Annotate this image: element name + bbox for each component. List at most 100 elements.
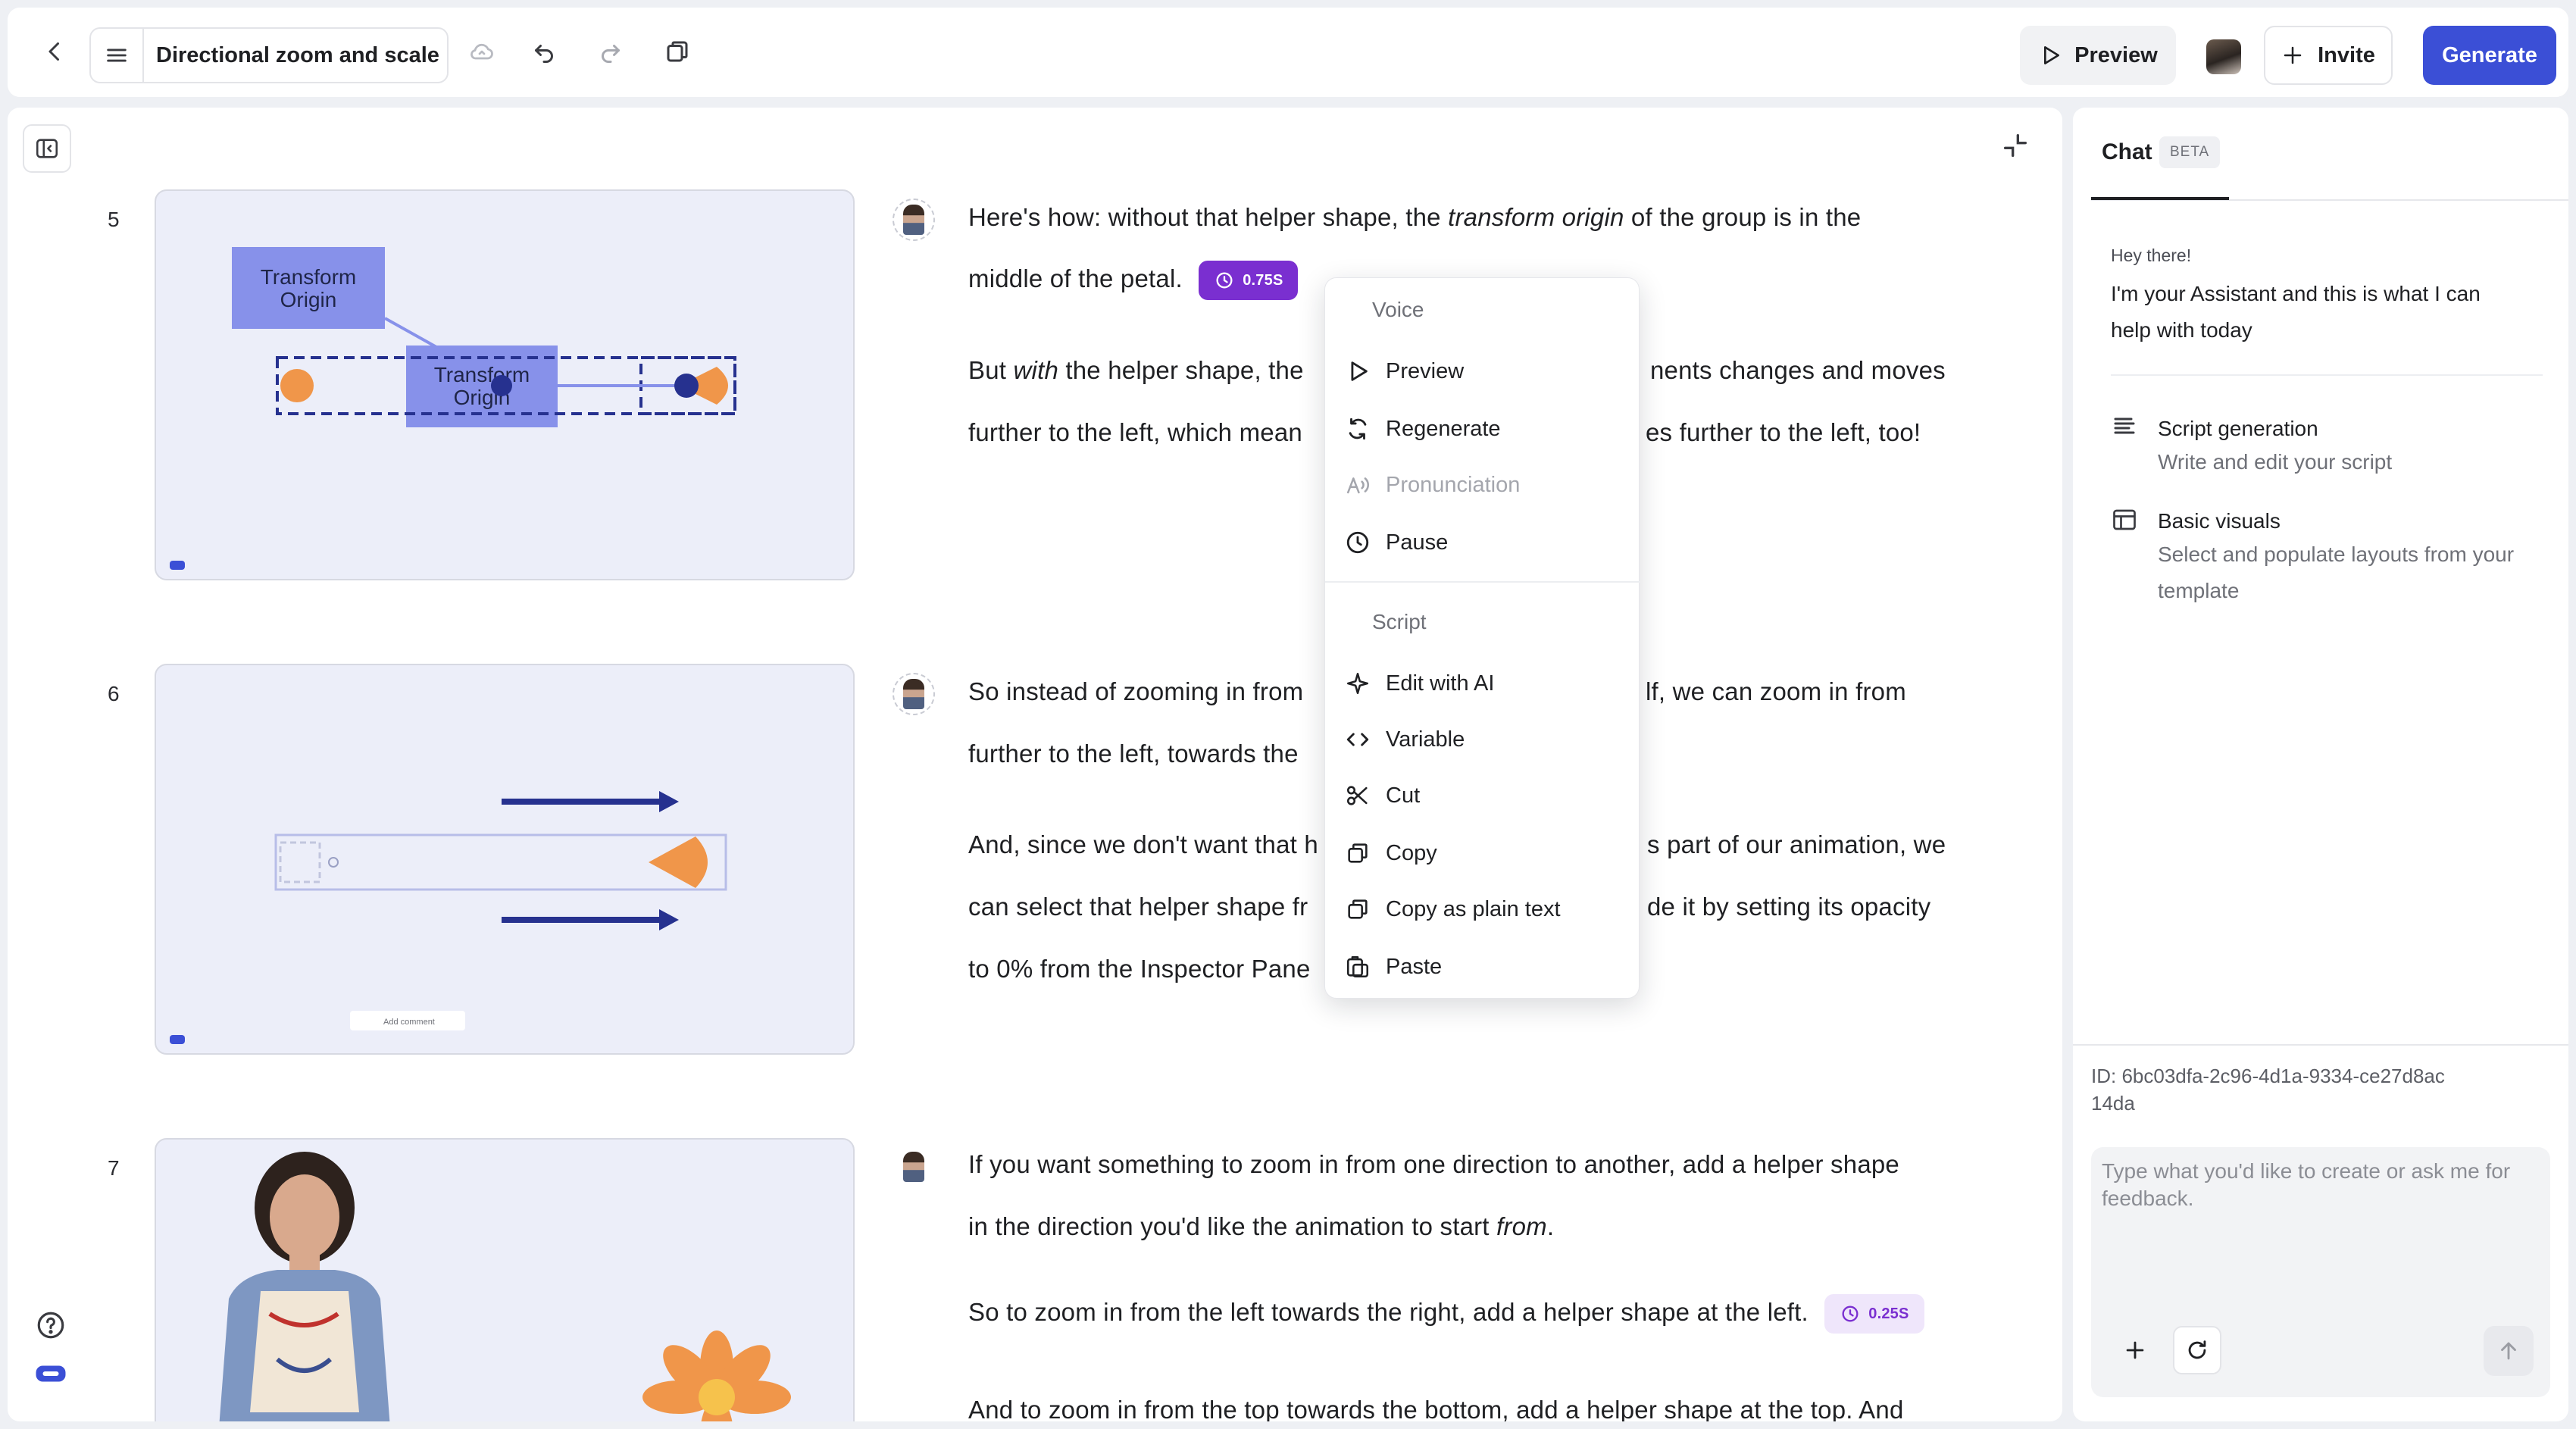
regenerate-icon	[1349, 417, 1367, 440]
script-line[interactable]: So instead of zooming in from	[968, 677, 1303, 706]
collapse-icon[interactable]	[2000, 130, 2030, 161]
voice-section-header: Voice	[1372, 298, 1424, 321]
plus-icon	[2284, 46, 2302, 64]
script-line-tail[interactable]: de it by setting its opacity	[1647, 893, 1930, 921]
script-line[interactable]: But with the helper shape, the	[968, 356, 1304, 385]
script-section-header: Script	[1372, 610, 1427, 633]
copy-icon	[667, 41, 688, 62]
document-title[interactable]: Directional zoom and scale	[144, 43, 439, 68]
menu-divider	[1325, 581, 1640, 583]
menu-item-edit-with-ai[interactable]: Edit with AI	[1345, 660, 1622, 707]
script-line-tail[interactable]: s part of our animation, we	[1647, 830, 1946, 859]
feature-title[interactable]: Script generation	[2158, 417, 2318, 441]
script-line-tail[interactable]: es further to the left, too!	[1646, 418, 1921, 447]
cloud-icon	[470, 43, 493, 60]
play-icon	[1351, 361, 1368, 381]
top-bar: Directional zoom and scale Preview Invit…	[8, 8, 2568, 97]
chat-composer	[2091, 1147, 2550, 1397]
chat-divider	[2111, 374, 2543, 376]
scene-number: 6	[108, 682, 120, 705]
script-line[interactable]: further to the left, towards the	[968, 740, 1299, 768]
scene-number: 5	[108, 208, 120, 231]
back-button[interactable]	[30, 27, 79, 76]
add-comment-label: Add comment	[383, 1018, 435, 1027]
script-line[interactable]: can select that helper shape fr	[968, 893, 1308, 921]
slide-illustration: Transform Origin Transform Origin	[170, 247, 736, 570]
context-menu: Voice Preview Regenerate Pronunciation P…	[1324, 277, 1640, 999]
invite-label: Invite	[2318, 42, 2375, 67]
app-logo-icon[interactable]	[35, 1362, 67, 1385]
voice-avatar[interactable]	[893, 673, 935, 715]
script-line[interactable]: And, since we don't want that h	[968, 830, 1318, 859]
voice-avatar[interactable]	[893, 199, 935, 241]
generate-button[interactable]: Generate	[2423, 26, 2556, 85]
menu-item-regenerate[interactable]: Regenerate	[1345, 405, 1622, 452]
feature-title[interactable]: Basic visuals	[2158, 509, 2281, 533]
slide-illustration	[219, 1152, 791, 1421]
attach-button[interactable]	[2111, 1326, 2159, 1374]
chat-panel: Chat BETA Hey there! I'm your Assistant …	[2073, 108, 2568, 1421]
chat-footer-divider	[2073, 1044, 2568, 1046]
script-line-tail[interactable]: lf, we can zoom in from	[1646, 677, 1906, 706]
avatar[interactable]	[2206, 39, 2241, 74]
active-tab-indicator	[2091, 197, 2229, 200]
menu-item-variable[interactable]: Variable	[1345, 716, 1622, 763]
menu-item-copy-plain-text[interactable]: Copy as plain text	[1345, 886, 1622, 933]
svg-text:Origin: Origin	[280, 288, 337, 311]
scene-thumbnail[interactable]	[155, 1138, 855, 1421]
hamburger-icon	[107, 48, 127, 62]
menu-item-pause[interactable]: Pause	[1345, 519, 1622, 566]
menu-item-copy[interactable]: Copy	[1345, 830, 1622, 877]
scene-number: 7	[108, 1156, 120, 1180]
scissors-icon	[1346, 786, 1368, 805]
script-line[interactable]: middle of the petal. 0.75S	[968, 259, 1299, 301]
arrow-up-icon	[2501, 1342, 2516, 1360]
scene-thumbnail[interactable]: Transform Origin Transform Origin	[155, 189, 855, 580]
play-icon	[2044, 46, 2060, 64]
chat-intro: I'm your Assistant and this is what I ca…	[2111, 282, 2481, 342]
preview-label: Preview	[2074, 42, 2158, 67]
scene-thumbnail[interactable]: Add comment	[155, 664, 855, 1055]
script-line[interactable]: And to zoom in from the top towards the …	[968, 1396, 1904, 1421]
preview-button[interactable]: Preview	[2020, 26, 2176, 85]
layout-icon	[2113, 509, 2136, 530]
script-line-tail[interactable]: nents changes and moves	[1650, 356, 1946, 385]
cloud-sync-button[interactable]	[458, 27, 506, 76]
paste-icon	[1346, 955, 1369, 978]
refresh-icon	[2188, 1340, 2206, 1359]
voice-avatar[interactable]	[893, 1146, 935, 1188]
beta-badge: BETA	[2159, 136, 2221, 168]
pause-pill[interactable]: 0.25S	[1824, 1294, 1924, 1334]
slide-illustration: Add comment	[170, 791, 727, 1044]
script-line[interactable]: Here's how: without that helper shape, t…	[968, 203, 1861, 232]
script-line[interactable]: If you want something to zoom in from on…	[968, 1150, 1899, 1179]
menu-item-pronunciation[interactable]: Pronunciation	[1345, 461, 1622, 508]
menu-item-paste[interactable]: Paste	[1345, 943, 1622, 990]
send-button[interactable]	[2484, 1326, 2534, 1376]
duplicate-button[interactable]	[653, 27, 702, 76]
tab-chat[interactable]: Chat	[2102, 139, 2152, 165]
plus-icon	[2126, 1341, 2144, 1359]
invite-button[interactable]: Invite	[2264, 26, 2393, 85]
redo-icon	[602, 45, 620, 63]
redo-button[interactable]	[586, 27, 635, 76]
undo-button[interactable]	[520, 27, 568, 76]
help-icon[interactable]	[35, 1309, 67, 1341]
menu-button[interactable]	[91, 29, 144, 82]
sidebar-toggle-button[interactable]	[23, 124, 71, 173]
pronunciation-icon	[1346, 477, 1369, 494]
menu-item-cut[interactable]: Cut	[1345, 772, 1622, 819]
lines-icon	[2114, 417, 2135, 434]
code-icon	[1346, 733, 1369, 746]
svg-text:Transform: Transform	[434, 363, 530, 386]
feature-description: Write and edit your script	[2158, 450, 2393, 474]
refresh-button[interactable]	[2173, 1326, 2221, 1374]
clock-icon	[1346, 531, 1369, 554]
script-line[interactable]: So to zoom in from the left towards the …	[968, 1293, 1924, 1334]
script-line[interactable]: in the direction you'd like the animatio…	[968, 1212, 1554, 1241]
pause-pill[interactable]: 0.75S	[1199, 261, 1299, 301]
script-line[interactable]: to 0% from the Inspector Pane	[968, 955, 1311, 983]
menu-item-preview[interactable]: Preview	[1345, 348, 1622, 395]
script-line[interactable]: further to the left, which mean	[968, 418, 1302, 447]
chat-input[interactable]	[2102, 1158, 2538, 1294]
